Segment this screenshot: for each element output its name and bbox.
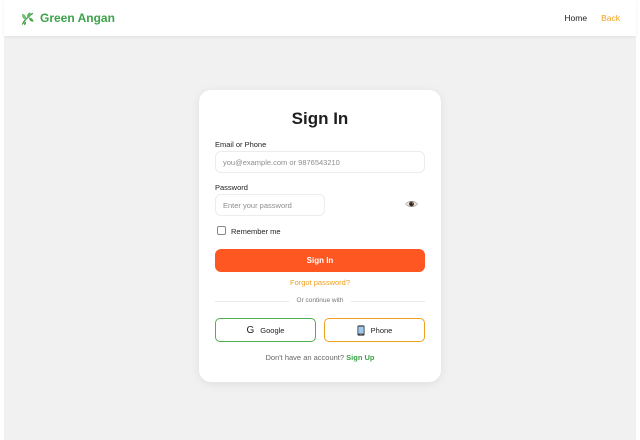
sign-up-link[interactable]: Sign Up — [346, 353, 374, 362]
eye-icon[interactable] — [405, 199, 418, 209]
nav-back-link[interactable]: Back — [601, 13, 620, 23]
password-input[interactable] — [215, 194, 325, 216]
forgot-password-link[interactable]: Forgot password? — [215, 278, 425, 287]
phone-button-label: Phone — [370, 325, 393, 335]
navbar: Green Angan Home Back — [4, 0, 636, 36]
google-sign-in-button[interactable]: G Google — [215, 318, 316, 342]
signup-prompt: Don't have an account? — [265, 353, 345, 362]
divider-text: Or continue with — [296, 297, 344, 304]
page-title: Sign In — [291, 109, 349, 128]
sign-in-button[interactable]: Sign In — [215, 249, 425, 272]
google-button-label: Google — [260, 325, 285, 335]
mobile-phone-icon — [357, 324, 365, 336]
phone-sign-in-button[interactable]: Phone — [324, 318, 425, 342]
password-label: Password — [215, 183, 248, 192]
brand[interactable]: Green Angan — [20, 11, 115, 26]
remember-me-checkbox[interactable] — [217, 226, 226, 235]
signup-row: Don't have an account? Sign Up — [199, 353, 441, 362]
remember-me-label: Remember me — [231, 227, 281, 236]
nav-links: Home Back — [564, 13, 620, 23]
google-g-icon: G — [246, 324, 255, 336]
brand-name: Green Angan — [40, 11, 115, 25]
leaf-icon — [21, 12, 34, 25]
email-input[interactable] — [215, 151, 425, 173]
nav-home-link[interactable]: Home — [564, 13, 587, 23]
email-label: Email or Phone — [215, 140, 267, 149]
